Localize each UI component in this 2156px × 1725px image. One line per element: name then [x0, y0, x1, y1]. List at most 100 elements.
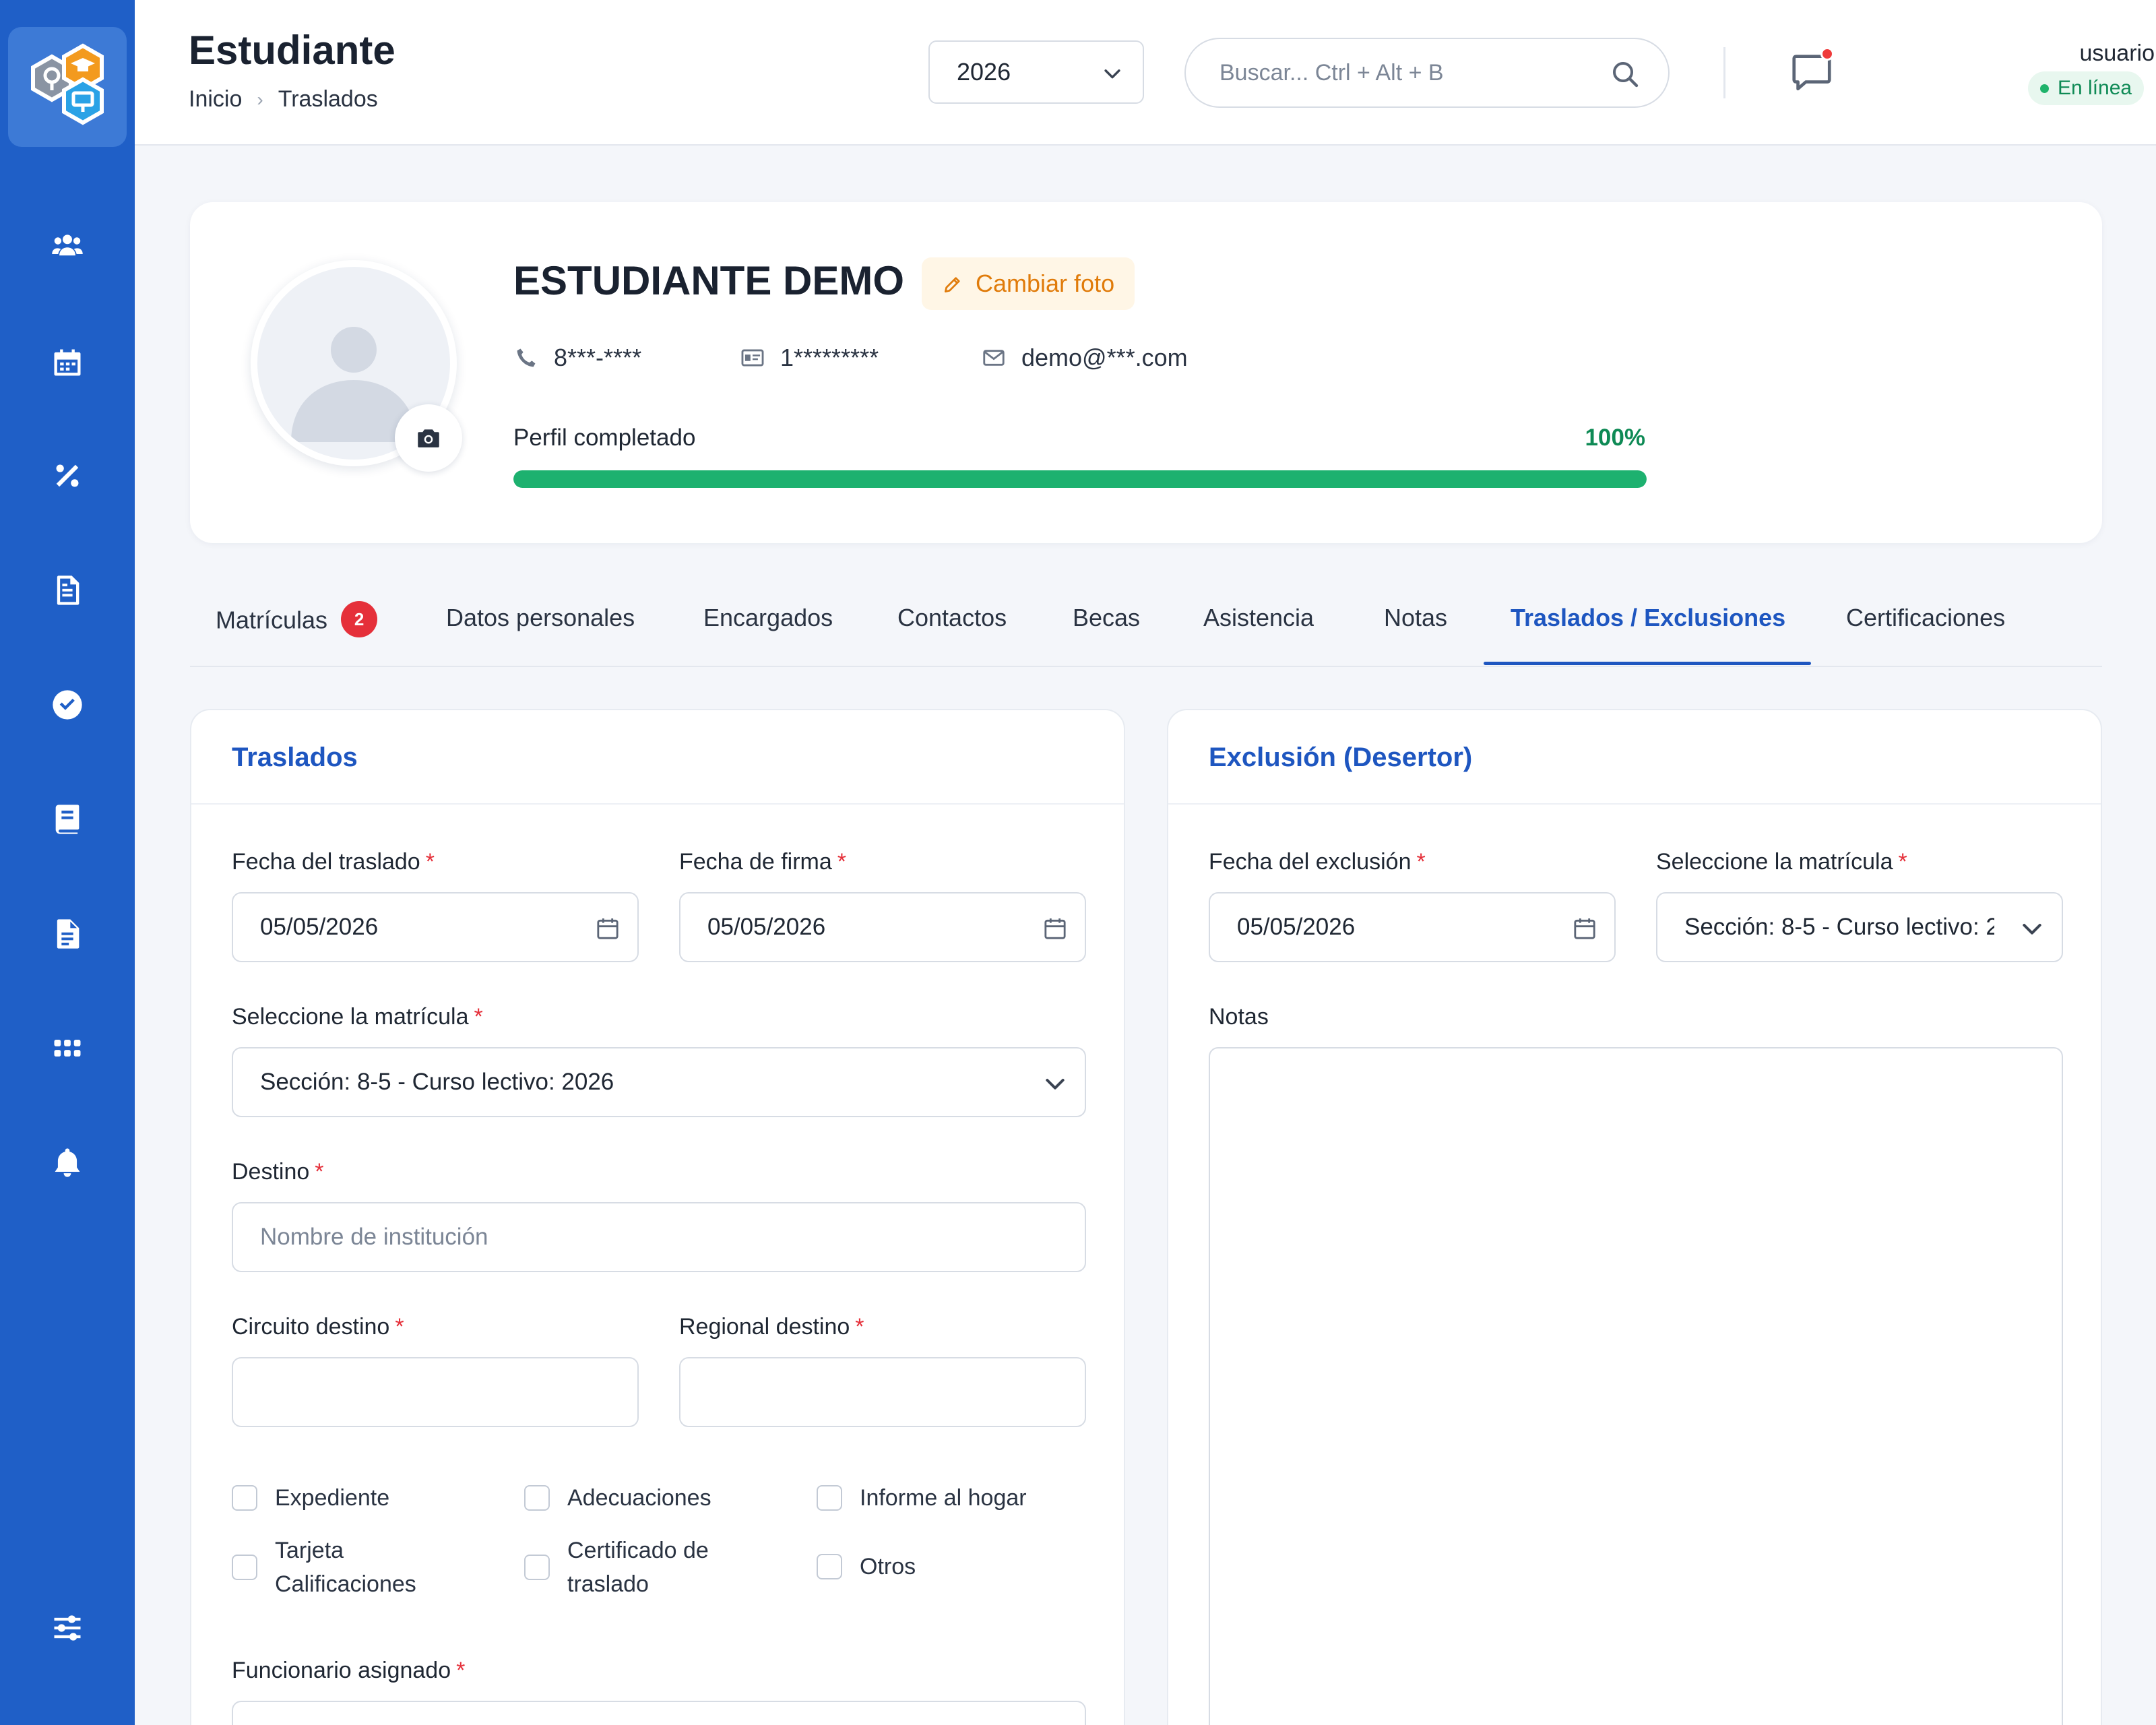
- progress-label: Perfil completado: [513, 425, 696, 451]
- id-value: 1*********: [780, 344, 879, 371]
- tab-traslados-exclusiones[interactable]: Traslados / Exclusiones: [1511, 604, 1785, 667]
- progress-bar: [513, 470, 1647, 488]
- checkbox-expediente[interactable]: Expediente: [232, 1481, 450, 1515]
- checkbox-box[interactable]: [817, 1554, 842, 1579]
- required-mark: *: [855, 1314, 864, 1340]
- search-input[interactable]: Buscar... Ctrl + Alt + B: [1184, 38, 1670, 108]
- progress-percent: 100%: [1585, 425, 1645, 451]
- active-tab-indicator: [1484, 662, 1811, 665]
- tab-datos-personales[interactable]: Datos personales: [446, 604, 635, 667]
- fecha-traslado-input[interactable]: 05/05/2026: [232, 892, 639, 962]
- exclusion-matricula-label: Seleccione la matrícula *: [1656, 849, 1907, 875]
- required-mark: *: [837, 849, 846, 875]
- tab-bar: Matrículas 2 Datos personales Encargados …: [190, 579, 2102, 667]
- notification-dot: [1820, 47, 1834, 61]
- count-badge: 2: [341, 601, 378, 637]
- required-mark: *: [425, 849, 435, 875]
- search-icon[interactable]: [1609, 58, 1641, 90]
- checkbox-certificado-traslado[interactable]: Certificado de traslado: [524, 1534, 756, 1601]
- tab-becas[interactable]: Becas: [1073, 604, 1140, 667]
- breadcrumb-home[interactable]: Inicio: [189, 86, 242, 113]
- id-info: 1*********: [740, 344, 879, 372]
- circuito-input[interactable]: [232, 1357, 639, 1427]
- book-icon[interactable]: [47, 799, 88, 840]
- checkbox-informe-hogar[interactable]: Informe al hogar: [817, 1481, 1035, 1515]
- matricula-label: Seleccione la matrícula *: [232, 1004, 483, 1030]
- chevron-down-icon: [1104, 69, 1120, 79]
- checkbox-box[interactable]: [232, 1485, 257, 1511]
- regional-label: Regional destino *: [679, 1314, 864, 1340]
- traslados-panel: Traslados Fecha del traslado * 05/05/2026…: [190, 709, 1125, 1725]
- calendar-icon[interactable]: [47, 342, 88, 383]
- fecha-traslado-label: Fecha del traslado *: [232, 849, 435, 875]
- chevron-right-icon: ›: [257, 88, 263, 110]
- exclusion-matricula-value: Sección: 8-5 - Curso lectivo: 2026: [1684, 914, 1994, 940]
- checkbox-otros[interactable]: Otros: [817, 1550, 1035, 1583]
- required-mark: *: [395, 1314, 404, 1340]
- camera-button[interactable]: [395, 404, 462, 472]
- funcionario-select[interactable]: [232, 1701, 1086, 1725]
- tab-matriculas[interactable]: Matrículas 2: [216, 601, 378, 667]
- fecha-exclusion-input[interactable]: 05/05/2026: [1209, 892, 1616, 962]
- fecha-firma-input[interactable]: 05/05/2026: [679, 892, 1086, 962]
- checkbox-box[interactable]: [524, 1485, 550, 1511]
- report-icon[interactable]: [47, 570, 88, 610]
- camera-icon: [418, 429, 439, 447]
- fecha-exclusion-value: 05/05/2026: [1237, 914, 1356, 940]
- users-icon[interactable]: [47, 225, 88, 265]
- page-title: Estudiante: [189, 28, 395, 73]
- top-header: Estudiante Inicio › Traslados 2026 Busca…: [135, 0, 2156, 146]
- tab-encargados[interactable]: Encargados: [703, 604, 833, 667]
- tab-label: Matrículas: [216, 606, 328, 634]
- funcionario-label: Funcionario asignado *: [232, 1658, 466, 1683]
- matricula-select[interactable]: Sección: 8-5 - Curso lectivo: 2026: [232, 1047, 1086, 1117]
- bell-icon[interactable]: [47, 1143, 88, 1183]
- notas-textarea[interactable]: [1209, 1047, 2063, 1725]
- email-info: demo@***.com: [981, 344, 1188, 372]
- year-select-value: 2026: [957, 58, 1011, 86]
- phone-icon: [517, 348, 536, 367]
- checkbox-box[interactable]: [817, 1485, 842, 1511]
- check-circle-icon[interactable]: [47, 685, 88, 725]
- exclusion-matricula-select[interactable]: Sección: 8-5 - Curso lectivo: 2026: [1656, 892, 2063, 962]
- required-mark: *: [315, 1159, 324, 1185]
- tab-asistencia[interactable]: Asistencia: [1203, 604, 1314, 667]
- sidebar: [0, 0, 135, 1725]
- traslados-title: Traslados: [232, 743, 358, 772]
- fecha-traslado-value: 05/05/2026: [260, 914, 379, 940]
- pencil-icon: [945, 277, 960, 292]
- checkbox-box[interactable]: [232, 1555, 257, 1580]
- exclusion-panel: Exclusión (Desertor) Fecha del exclusión…: [1167, 709, 2102, 1725]
- required-mark: *: [456, 1658, 466, 1683]
- app-logo[interactable]: [8, 27, 127, 147]
- calendar-icon[interactable]: [1042, 915, 1069, 942]
- student-name: ESTUDIANTE DEMO: [513, 258, 905, 303]
- year-select[interactable]: 2026: [928, 40, 1144, 104]
- apps-grid-icon[interactable]: [47, 1028, 88, 1069]
- destino-input[interactable]: Nombre de institución: [232, 1202, 1086, 1272]
- checkbox-tarjeta-calificaciones[interactable]: Tarjeta Calificaciones: [232, 1534, 437, 1601]
- notas-label: Notas: [1209, 1004, 1269, 1030]
- tab-certificaciones[interactable]: Certificaciones: [1846, 604, 2005, 667]
- calendar-icon[interactable]: [1571, 915, 1598, 942]
- fecha-firma-value: 05/05/2026: [707, 914, 826, 940]
- checkbox-box[interactable]: [524, 1555, 550, 1580]
- email-value: demo@***.com: [1021, 344, 1188, 371]
- sliders-icon[interactable]: [47, 1608, 88, 1648]
- phone-info: 8***-****: [513, 344, 641, 372]
- exclusion-title: Exclusión (Desertor): [1209, 743, 1473, 772]
- checkbox-adecuaciones[interactable]: Adecuaciones: [524, 1481, 742, 1515]
- tab-notas[interactable]: Notas: [1384, 604, 1447, 667]
- percent-icon[interactable]: [47, 456, 88, 496]
- change-photo-button[interactable]: Cambiar foto: [922, 257, 1135, 310]
- regional-input[interactable]: [679, 1357, 1086, 1427]
- panel-header: Traslados: [191, 710, 1124, 805]
- tab-contactos[interactable]: Contactos: [897, 604, 1007, 667]
- document-icon[interactable]: [47, 914, 88, 954]
- circuito-label: Circuito destino *: [232, 1314, 404, 1340]
- progress-fill: [513, 470, 1647, 488]
- calendar-icon[interactable]: [594, 915, 621, 942]
- breadcrumb-current: Traslados: [278, 86, 378, 112]
- chevron-down-icon: [1046, 1079, 1065, 1090]
- messages-button[interactable]: [1788, 47, 1835, 96]
